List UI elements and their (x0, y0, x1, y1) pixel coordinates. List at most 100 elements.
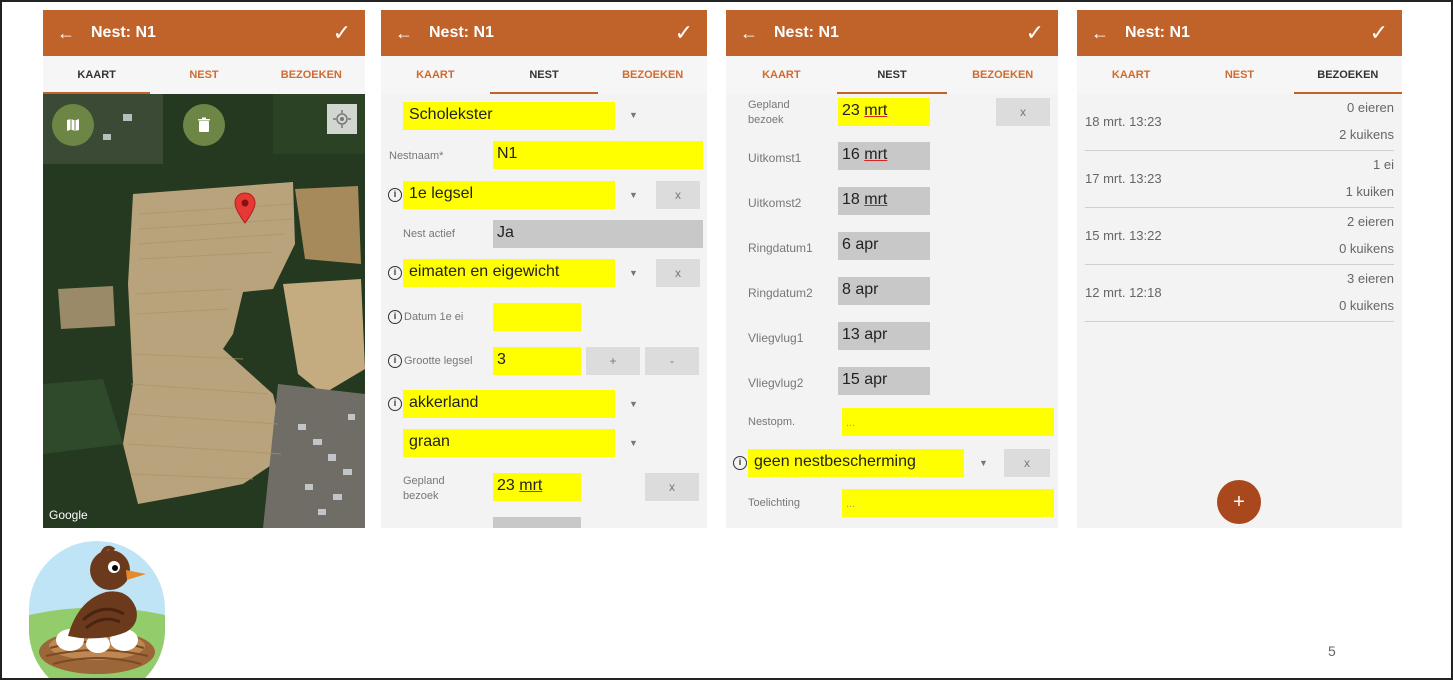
bescherming-select[interactable]: geen nestbescherming (748, 449, 964, 477)
clear-gepland-button[interactable]: x (645, 473, 699, 501)
date-row-input[interactable]: 6 apr (838, 232, 930, 260)
chevron-down-icon[interactable]: ▼ (629, 190, 638, 200)
date-row-label: Vliegvlug1 (748, 331, 804, 345)
tab-kaart[interactable]: KAART (381, 56, 490, 94)
egg-count: 0 eieren (1347, 100, 1394, 115)
add-visit-button[interactable]: + (1217, 480, 1261, 524)
app-bar: ← Nest: N1 ✓ (1077, 10, 1402, 56)
legsel-select[interactable]: 1e legsel (403, 181, 615, 209)
datum-1e-ei-label: Datum 1e ei (404, 311, 464, 323)
increment-button[interactable]: + (586, 347, 640, 375)
chevron-down-icon[interactable]: ▼ (979, 458, 988, 468)
gewas-select[interactable]: graan (403, 429, 615, 457)
date-day: 16 (842, 146, 860, 163)
clear-legsel-button[interactable]: x (656, 181, 700, 209)
info-icon[interactable]: i (733, 456, 747, 470)
clear-bescherming-button[interactable]: x (1004, 449, 1050, 477)
list-item[interactable]: 17 mrt. 13:23 1 ei 1 kuiken (1085, 151, 1394, 208)
app-title: Nest: N1 (1125, 24, 1190, 41)
back-arrow-icon[interactable]: ← (57, 23, 91, 44)
tab-kaart[interactable]: KAART (1077, 56, 1185, 94)
tab-bar: KAART NEST BEZOEKEN (381, 56, 707, 94)
species-select[interactable]: Scholekster (403, 102, 615, 130)
date-month: apr (855, 281, 879, 298)
app-title: Nest: N1 (91, 24, 156, 41)
tab-bezoeken[interactable]: BEZOEKEN (258, 56, 365, 94)
page-number: 5 (1328, 643, 1336, 659)
list-item[interactable]: 18 mrt. 13:23 0 eieren 2 kuikens (1085, 94, 1394, 151)
toelichting-input[interactable]: ... (842, 489, 1054, 517)
check-icon[interactable]: ✓ (333, 20, 351, 46)
nestopm-input[interactable]: ... (842, 408, 1054, 436)
check-icon[interactable]: ✓ (675, 20, 693, 46)
gepland-month: mrt (864, 102, 888, 119)
datum-1e-ei-input[interactable] (493, 303, 581, 331)
clear-metingen-button[interactable]: x (656, 259, 700, 287)
info-icon[interactable]: i (388, 354, 402, 368)
map-view[interactable]: Google (43, 94, 365, 528)
chevron-down-icon[interactable]: ▼ (629, 399, 638, 409)
date-row-input[interactable]: 15 apr (838, 367, 930, 395)
date-row-label: Uitkomst2 (748, 196, 802, 210)
tab-kaart[interactable]: KAART (726, 56, 837, 94)
my-location-button[interactable] (327, 104, 357, 134)
metingen-select[interactable]: eimaten en eigewicht (403, 259, 615, 287)
chevron-down-icon[interactable]: ▼ (629, 110, 638, 120)
chevron-down-icon[interactable]: ▼ (629, 438, 638, 448)
visit-date: 15 mrt. 13:22 (1085, 228, 1162, 243)
pin-icon[interactable] (234, 192, 256, 224)
nest-details-form: Gepland bezoek 23 mrt x Uitkomst1 16 mrt U… (726, 94, 1058, 528)
date-row-input[interactable]: 18 mrt (838, 187, 930, 215)
uitkomst-input-partial[interactable] (493, 517, 581, 528)
back-arrow-icon[interactable]: ← (1091, 23, 1125, 44)
tab-nest[interactable]: NEST (150, 56, 257, 94)
date-row-input[interactable]: 8 apr (838, 277, 930, 305)
list-item[interactable]: 12 mrt. 12:18 3 eieren 0 kuikens (1085, 265, 1394, 322)
info-icon[interactable]: i (388, 188, 402, 202)
info-icon[interactable]: i (388, 266, 402, 280)
tab-nest[interactable]: NEST (1185, 56, 1293, 94)
bird-nest-logo (29, 541, 165, 678)
map-layers-button[interactable] (52, 104, 94, 146)
nestnaam-input[interactable]: N1 (493, 141, 703, 169)
tab-kaart[interactable]: KAART (43, 56, 151, 94)
app-title: Nest: N1 (774, 24, 839, 41)
app-bar: ← Nest: N1 ✓ (381, 10, 707, 56)
tab-nest[interactable]: NEST (489, 56, 599, 94)
tab-bezoeken[interactable]: BEZOEKEN (947, 56, 1058, 94)
visit-date: 17 mrt. 13:23 (1085, 171, 1162, 186)
date-month: mrt (864, 146, 888, 163)
gepland-bezoek-input[interactable]: 23 mrt (493, 473, 581, 501)
back-arrow-icon[interactable]: ← (395, 23, 429, 44)
locate-icon (333, 110, 351, 128)
tab-bezoeken[interactable]: BEZOEKEN (1293, 56, 1402, 94)
back-arrow-icon[interactable]: ← (740, 23, 774, 44)
chick-count: 0 kuikens (1339, 241, 1394, 256)
delete-button[interactable] (183, 104, 225, 146)
gepland-bezoek-label: Gepland bezoek (748, 99, 790, 126)
chevron-down-icon[interactable]: ▼ (629, 268, 638, 278)
satellite-map[interactable] (43, 94, 365, 528)
date-row-input[interactable]: 16 mrt (838, 142, 930, 170)
chick-count: 2 kuikens (1339, 127, 1394, 142)
info-icon[interactable]: i (388, 397, 402, 411)
list-item[interactable]: 15 mrt. 13:22 2 eieren 0 kuikens (1085, 208, 1394, 265)
date-row-input[interactable]: 13 apr (838, 322, 930, 350)
clear-gepland-button[interactable]: x (996, 98, 1050, 126)
tab-bezoeken[interactable]: BEZOEKEN (598, 56, 707, 94)
map-icon (67, 119, 79, 131)
check-icon[interactable]: ✓ (1026, 20, 1044, 46)
gepland-bezoek-input[interactable]: 23 mrt (838, 98, 930, 126)
decrement-button[interactable]: - (645, 347, 699, 375)
info-icon[interactable]: i (388, 310, 402, 324)
tab-nest[interactable]: NEST (836, 56, 948, 94)
check-icon[interactable]: ✓ (1370, 20, 1388, 46)
habitat-select[interactable]: akkerland (403, 390, 615, 418)
nestnaam-label: Nestnaam* (389, 150, 444, 162)
nest-actief-value[interactable]: Ja (493, 220, 703, 248)
grootte-legsel-input[interactable]: 3 (493, 347, 581, 375)
gepland-day: 23 (497, 477, 515, 494)
date-row-label: Vliegvlug2 (748, 376, 804, 390)
tab-bar: KAART NEST BEZOEKEN (726, 56, 1058, 94)
tab-bar: KAART NEST BEZOEKEN (43, 56, 365, 94)
